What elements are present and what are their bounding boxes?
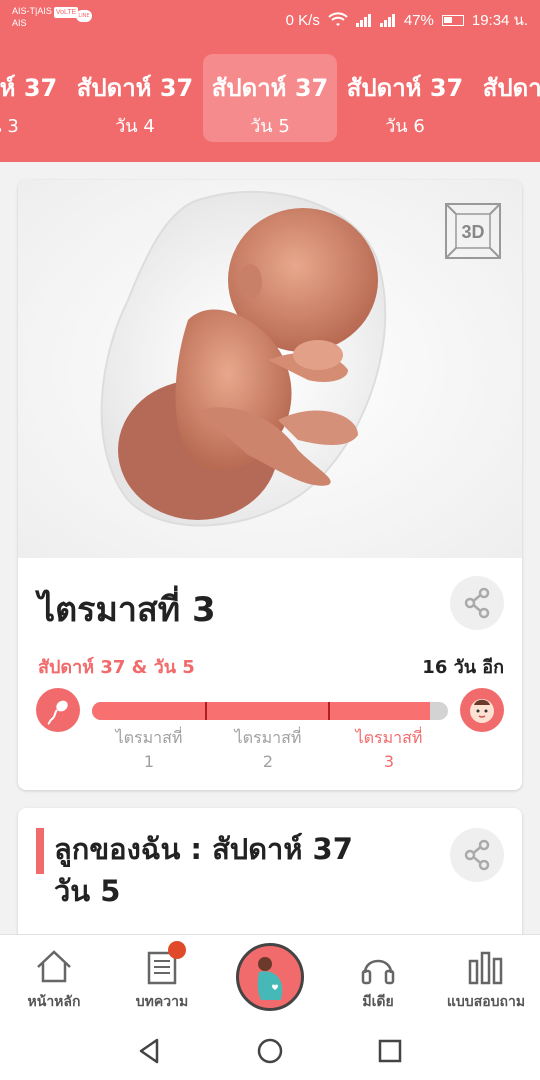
signal-icon — [355, 13, 372, 27]
bar-chart-icon — [468, 951, 503, 985]
line-app-icon: LINE — [76, 10, 92, 22]
day-selector: สัปดาห์ 37 วัน 3 สัปดาห์ 37 วัน 4 สัปดาห… — [0, 52, 540, 144]
trimester-2-label: ไตรมาสที่ 2 — [218, 726, 318, 774]
back-icon[interactable] — [135, 1036, 165, 1066]
nav-articles-label: บทความ — [135, 994, 189, 1010]
trimester-label-text: ไตรมาสที่ — [234, 728, 302, 747]
day-tab-day: วัน 6 — [385, 116, 425, 137]
baby-card-title: ลูกของฉัน : สัปดาห์ 37 วัน 5 — [54, 828, 434, 912]
baby-face-icon — [470, 699, 494, 723]
day-tab-week: สัปดาห์ 37 — [346, 74, 464, 102]
status-bar: AIS-T|AIS VoLTE AIS LINE 0 K/s 47% 19:34 … — [0, 0, 540, 36]
nav-media-label: มีเดีย — [362, 994, 394, 1010]
trimester-1-label: ไตรมาสที่ 1 — [99, 726, 199, 774]
top-header: AIS-T|AIS VoLTE AIS LINE 0 K/s 47% 19:34 … — [0, 0, 540, 162]
share-icon — [464, 839, 490, 871]
home-icon — [37, 950, 71, 983]
baby-card-title-line1: ลูกของฉัน : สัปดาห์ 37 — [54, 832, 353, 866]
share-icon — [464, 587, 490, 619]
network-speed: 0 K/s — [285, 11, 320, 29]
carrier-name: AIS-T|AIS — [12, 6, 52, 16]
nav-survey[interactable]: แบบสอบถาม — [432, 935, 540, 1023]
trimester-number: 1 — [143, 752, 155, 771]
bottom-navigation: หน้าหลัก บทความ มีเดีย แบบสอบถาม — [0, 934, 540, 1022]
status-indicators: 0 K/s 47% 19:34 น. — [286, 8, 528, 32]
battery-percent: 47% — [403, 11, 434, 29]
3d-label: 3D — [461, 222, 484, 242]
day-tab[interactable]: สัปดาห์ 37 วัน 3 — [0, 54, 66, 142]
nav-media[interactable]: มีเดีย — [324, 935, 432, 1023]
fetus-image[interactable]: 3D — [18, 180, 522, 558]
signal-icon-2 — [379, 13, 396, 27]
day-tab[interactable]: สัปดาห์ 37 — [474, 54, 540, 142]
baby-card-title-line2: วัน 5 — [54, 874, 121, 908]
day-tab-day: วัน 4 — [115, 116, 155, 137]
trimester-number: 2 — [262, 752, 274, 771]
trimester-title: ไตรมาสที่ 3 — [38, 590, 216, 630]
day-tab[interactable]: สัปดาห์ 37 วัน 4 — [68, 54, 202, 142]
3d-view-icon[interactable]: 3D — [442, 200, 504, 262]
nav-home[interactable]: หน้าหลัก — [0, 935, 108, 1023]
share-button[interactable] — [450, 576, 504, 630]
day-tab-week: สัปดาห์ 37 — [76, 74, 194, 102]
day-tab-week: สัปดาห์ 37 — [0, 74, 58, 102]
trimester-divider — [328, 702, 330, 720]
progress-fill — [92, 702, 431, 720]
pregnancy-progress-bar — [92, 702, 448, 720]
trimester-number: 3 — [383, 752, 395, 771]
recents-icon[interactable] — [375, 1036, 405, 1066]
pregnant-mother-icon — [257, 957, 283, 1000]
clock: 19:34 น. — [471, 12, 528, 29]
trimester-label-text: ไตรมาสที่ — [355, 728, 423, 747]
days-remaining: 16 วัน อีก — [422, 657, 504, 678]
pregnancy-center-button[interactable] — [236, 943, 304, 1011]
volte-badge: VoLTE — [53, 7, 79, 18]
day-tab-week: สัปดาห์ 37 — [211, 74, 329, 102]
carrier-info: AIS-T|AIS VoLTE AIS — [12, 6, 79, 29]
trimester-divider — [205, 702, 207, 720]
baby-icon — [460, 688, 504, 732]
current-week-day: สัปดาห์ 37 & วัน 5 — [38, 657, 195, 678]
day-tab-day: วัน 3 — [0, 116, 19, 137]
day-tab[interactable]: สัปดาห์ 37 วัน 6 — [338, 54, 472, 142]
home-circle-icon[interactable] — [255, 1036, 285, 1066]
title-accent-bar — [36, 828, 44, 874]
headphones-icon — [361, 959, 395, 985]
day-tab-week: สัปดาห์ 37 — [482, 74, 540, 102]
carrier-name-2: AIS — [12, 18, 27, 28]
trimester-card: 3D ไตรมาสที่ 3 สัปดาห์ 37 & วัน 5 16 วัน… — [18, 180, 522, 790]
sperm-icon — [47, 700, 68, 725]
nav-home-label: หน้าหลัก — [27, 994, 81, 1010]
share-button[interactable] — [450, 828, 504, 882]
day-tab-active[interactable]: สัปดาห์ 37 วัน 5 — [203, 54, 337, 142]
nav-survey-label: แบบสอบถาม — [446, 994, 526, 1010]
system-navigation-bar — [0, 1022, 540, 1080]
trimester-3-label: ไตรมาสที่ 3 — [339, 726, 439, 774]
day-tab-day: วัน 5 — [250, 116, 290, 137]
battery-icon — [441, 14, 464, 26]
trimester-label-text: ไตรมาสที่ — [115, 728, 183, 747]
conception-icon — [36, 688, 80, 732]
nav-articles[interactable]: บทความ — [108, 935, 216, 1023]
wifi-icon — [328, 12, 348, 26]
notification-badge — [168, 941, 186, 959]
